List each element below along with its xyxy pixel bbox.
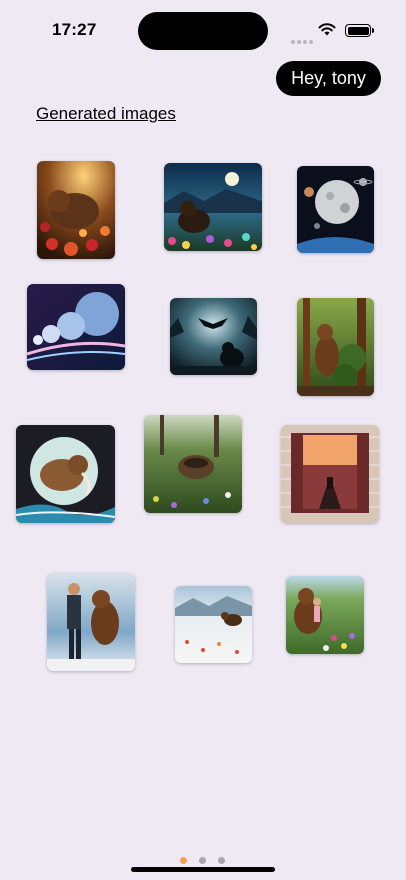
image-thumbnail-nest-meadow[interactable] xyxy=(144,415,242,513)
image-thumbnail-bear-flowers[interactable] xyxy=(37,161,115,259)
cellular-signal-icon xyxy=(291,31,315,49)
image-thumbnail-mammoth-moon[interactable] xyxy=(16,425,115,523)
wifi-icon xyxy=(318,23,336,36)
image-thumbnail-bear-and-girl-meadow[interactable] xyxy=(286,576,364,654)
dynamic-island xyxy=(138,12,268,50)
image-thumbnail-brick-wall-portal[interactable] xyxy=(281,425,379,523)
greeting-button[interactable]: Hey, tony xyxy=(276,61,381,96)
status-time: 17:27 xyxy=(52,20,97,39)
status-bar: 17:27 xyxy=(0,0,406,60)
section-title-generated-images[interactable]: Generated images xyxy=(36,104,176,124)
image-thumbnail-bear-moonlit-meadow[interactable] xyxy=(164,163,262,251)
image-thumbnail-man-and-bear[interactable] xyxy=(47,573,135,671)
image-thumbnail-planets-galaxy[interactable] xyxy=(27,284,125,370)
image-thumbnail-bear-snowfield[interactable] xyxy=(175,586,252,663)
battery-icon xyxy=(345,24,374,37)
image-thumbnail-moon-planets[interactable] xyxy=(297,166,374,253)
image-thumbnail-bat-bear-night[interactable] xyxy=(170,298,257,375)
page-dot-3[interactable] xyxy=(218,857,225,864)
home-indicator[interactable] xyxy=(131,867,275,872)
page-dot-2[interactable] xyxy=(199,857,206,864)
image-thumbnail-bear-forest[interactable] xyxy=(297,298,374,396)
page-dot-1[interactable] xyxy=(180,857,187,864)
